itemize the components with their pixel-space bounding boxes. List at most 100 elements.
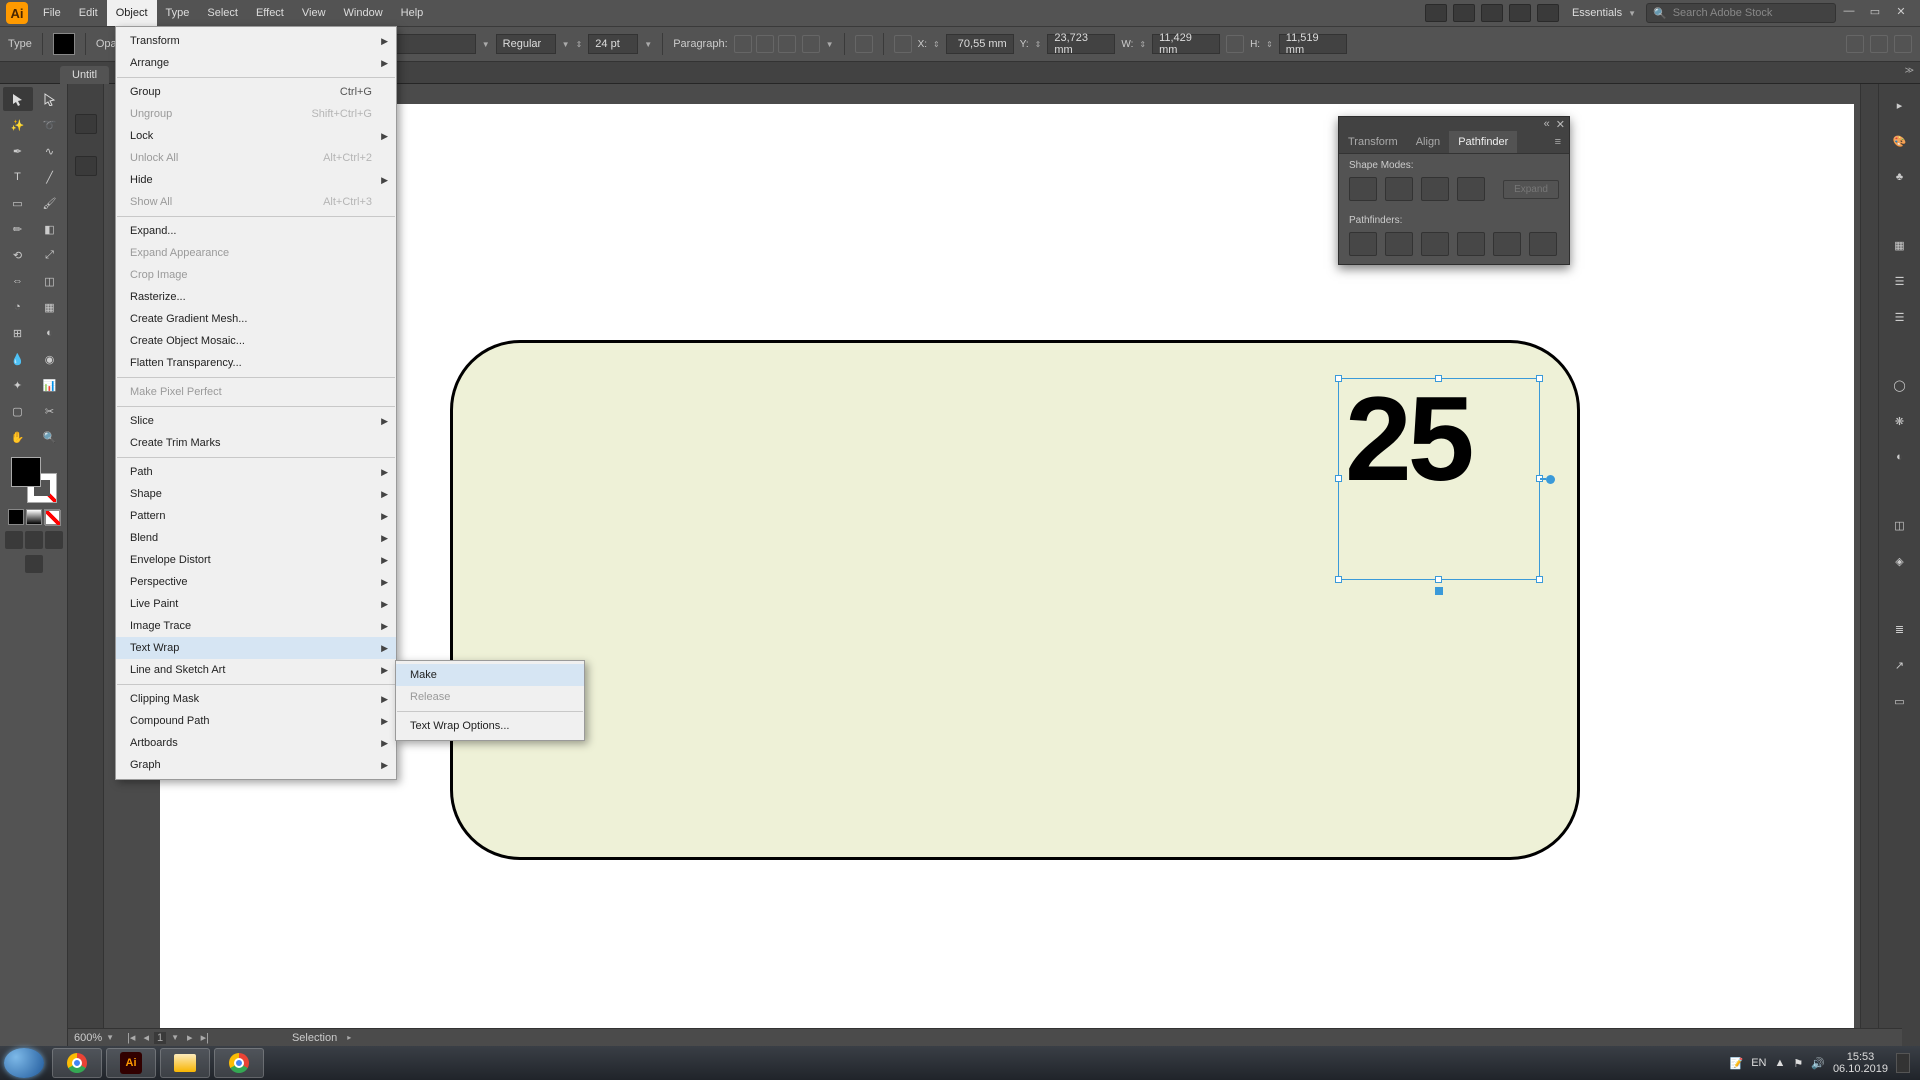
artboards-icon[interactable]: ▭ — [1888, 690, 1912, 712]
strip-icon-2[interactable] — [75, 156, 97, 176]
start-button[interactable] — [4, 1048, 44, 1078]
eraser-tool[interactable]: ◧ — [35, 217, 65, 241]
type-tool[interactable]: T — [3, 165, 33, 189]
menu-help[interactable]: Help — [392, 0, 433, 26]
menu-file[interactable]: File — [34, 0, 70, 26]
unite-button[interactable] — [1349, 177, 1377, 201]
taskbar-illustrator[interactable]: Ai — [106, 1048, 156, 1078]
w-field[interactable]: 11,429 mm — [1152, 34, 1220, 54]
swatches-icon[interactable]: ▦ — [1888, 234, 1912, 256]
nav-first-icon[interactable]: |◂ — [124, 1031, 138, 1044]
zoom-tool[interactable]: 🔍 — [35, 425, 65, 449]
artboard-number[interactable]: 1 — [154, 1032, 166, 1044]
mesh-tool[interactable]: ⊞ — [3, 321, 33, 345]
font-style-chevron[interactable]: ▼ — [562, 40, 570, 49]
menu-item-image-trace[interactable]: Image Trace▶ — [116, 615, 396, 637]
workspace-icon-5[interactable] — [1537, 4, 1559, 22]
pref-icon-1[interactable] — [1846, 35, 1864, 53]
panel-close-icon[interactable]: ✕ — [1556, 118, 1565, 131]
expand-button[interactable]: Expand — [1503, 180, 1559, 199]
menu-item-live-paint[interactable]: Live Paint▶ — [116, 593, 396, 615]
align-right-icon[interactable] — [778, 35, 796, 53]
tray-flag-icon[interactable]: ⚑ — [1793, 1057, 1803, 1070]
crop-button[interactable] — [1457, 232, 1485, 256]
line-tool[interactable]: ╱ — [35, 165, 65, 189]
submenu-item-text-wrap-options[interactable]: Text Wrap Options... — [396, 715, 584, 737]
handle-top-right[interactable] — [1536, 375, 1543, 382]
blend-tool[interactable]: ◉ — [35, 347, 65, 371]
handle-mid-left[interactable] — [1335, 475, 1342, 482]
pathfinder-panel[interactable]: « ✕ Transform Align Pathfinder ≡ Shape M… — [1338, 116, 1570, 265]
paintbrush-tool[interactable]: 🖌 — [35, 191, 65, 215]
taskbar-explorer[interactable] — [160, 1048, 210, 1078]
menu-object[interactable]: Object — [107, 0, 157, 26]
menu-item-expand[interactable]: Expand... — [116, 220, 396, 242]
nav-next-icon[interactable]: ▸ — [184, 1031, 196, 1044]
menu-effect[interactable]: Effect — [247, 0, 293, 26]
menu-item-artboards[interactable]: Artboards▶ — [116, 732, 396, 754]
menu-edit[interactable]: Edit — [70, 0, 107, 26]
w-stepper[interactable]: ⇕ — [1139, 40, 1146, 49]
minus-back-button[interactable] — [1529, 232, 1557, 256]
font-size-chevron[interactable]: ▼ — [644, 40, 652, 49]
handle-top-mid[interactable] — [1435, 375, 1442, 382]
asset-export-icon[interactable]: ↗ — [1888, 654, 1912, 676]
lasso-tool[interactable]: ➰ — [35, 113, 65, 137]
menu-item-arrange[interactable]: Arrange▶ — [116, 52, 396, 74]
nav-chevron[interactable]: ▼ — [168, 1033, 182, 1042]
tab-align[interactable]: Align — [1407, 131, 1449, 153]
window-close[interactable]: ✕ — [1890, 5, 1912, 21]
menu-item-pattern[interactable]: Pattern▶ — [116, 505, 396, 527]
align-left-icon[interactable] — [734, 35, 752, 53]
text-out-port[interactable] — [1546, 475, 1555, 484]
minus-front-button[interactable] — [1385, 177, 1413, 201]
panel-menu-icon[interactable]: ≡ — [1547, 131, 1569, 153]
menu-item-slice[interactable]: Slice▶ — [116, 410, 396, 432]
intersect-button[interactable] — [1421, 177, 1449, 201]
taskbar-clock[interactable]: 15:53 06.10.2019 — [1833, 1051, 1888, 1075]
workspace-switcher[interactable]: Essentials ▼ — [1562, 7, 1646, 19]
menu-item-create-object-mosaic[interactable]: Create Object Mosaic... — [116, 330, 396, 352]
menu-item-blend[interactable]: Blend▶ — [116, 527, 396, 549]
tray-volume-icon[interactable]: 🔊 — [1811, 1057, 1825, 1070]
menu-item-clipping-mask[interactable]: Clipping Mask▶ — [116, 688, 396, 710]
workspace-icon-1[interactable] — [1425, 4, 1447, 22]
submenu-item-make[interactable]: Make — [396, 664, 584, 686]
handle-bot-left[interactable] — [1335, 576, 1342, 583]
menu-item-shape[interactable]: Shape▶ — [116, 483, 396, 505]
tray-note-icon[interactable]: 📝 — [1729, 1057, 1743, 1070]
width-tool[interactable]: ⇔ — [3, 269, 33, 293]
outline-button[interactable] — [1493, 232, 1521, 256]
shape-builder-tool[interactable]: ◔ — [3, 295, 33, 319]
taskbar-chrome-1[interactable] — [52, 1048, 102, 1078]
color-icon[interactable]: 🎨 — [1888, 130, 1912, 152]
taskbar-chrome-2[interactable] — [214, 1048, 264, 1078]
menu-item-graph[interactable]: Graph▶ — [116, 754, 396, 776]
workspace-icon-4[interactable] — [1509, 4, 1531, 22]
magic-wand-tool[interactable]: ✨ — [3, 113, 33, 137]
pen-tool[interactable]: ✒ — [3, 139, 33, 163]
search-stock[interactable]: 🔍 Search Adobe Stock — [1646, 3, 1836, 23]
menu-item-compound-path[interactable]: Compound Path▶ — [116, 710, 396, 732]
color-solid[interactable] — [8, 509, 24, 525]
tray-up-icon[interactable]: ▲ — [1774, 1057, 1785, 1069]
menu-select[interactable]: Select — [198, 0, 247, 26]
x-field[interactable]: 70,55 mm — [946, 34, 1014, 54]
scale-tool[interactable]: ⤢ — [35, 243, 65, 267]
h-stepper[interactable]: ⇕ — [1266, 40, 1273, 49]
strip-icon-1[interactable] — [75, 114, 97, 134]
menu-item-line-and-sketch-art[interactable]: Line and Sketch Art▶ — [116, 659, 396, 681]
x-stepper[interactable]: ⇕ — [933, 40, 940, 49]
transform-panel-icon[interactable] — [894, 35, 912, 53]
status-chevron[interactable]: ▸ — [347, 1033, 351, 1042]
fill-swatch-tool[interactable] — [11, 457, 41, 487]
eyedropper-tool[interactable]: 💧 — [3, 347, 33, 371]
graphic-styles-icon[interactable]: ◈ — [1888, 550, 1912, 572]
menu-window[interactable]: Window — [335, 0, 392, 26]
menu-item-flatten-transparency[interactable]: Flatten Transparency... — [116, 352, 396, 374]
font-style-field[interactable]: Regular — [496, 34, 556, 54]
handle-bot-mid[interactable] — [1435, 576, 1442, 583]
divide-button[interactable] — [1349, 232, 1377, 256]
show-desktop[interactable] — [1896, 1053, 1910, 1073]
handle-bot-right[interactable] — [1536, 576, 1543, 583]
